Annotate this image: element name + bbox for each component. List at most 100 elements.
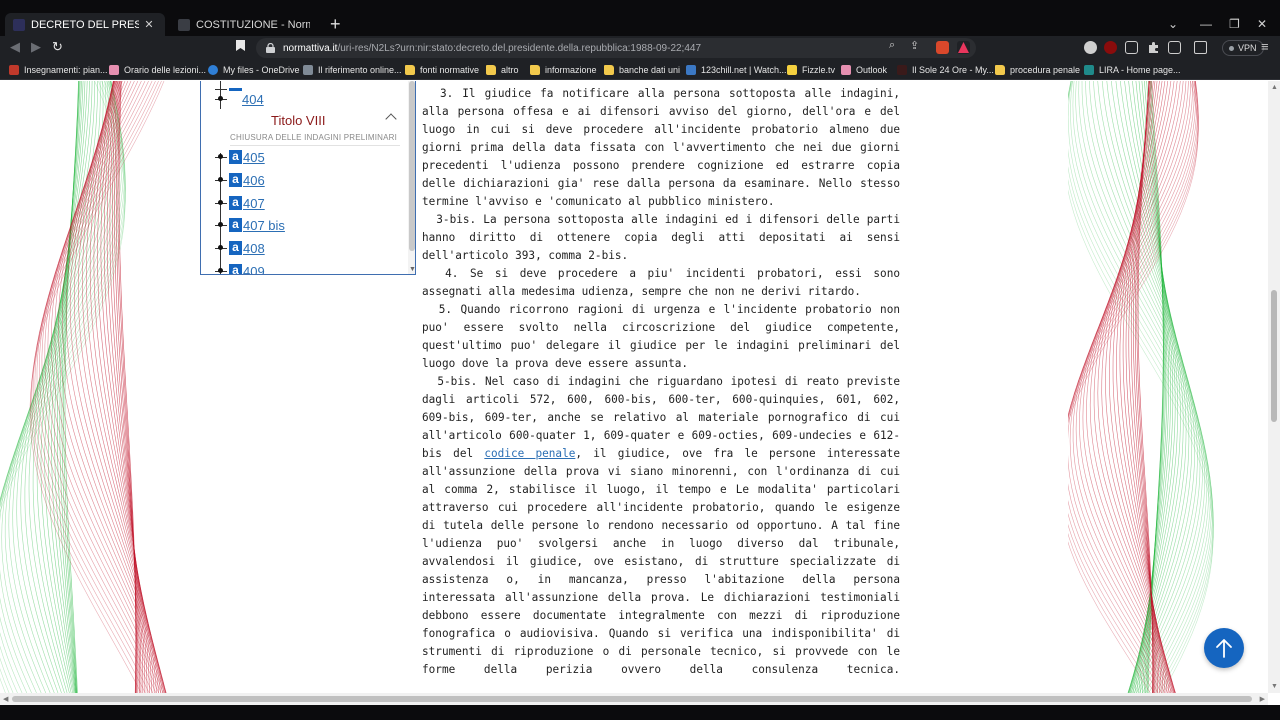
folder-icon xyxy=(604,65,614,75)
brave-rewards-icon[interactable] xyxy=(957,41,970,54)
sidebar-icon[interactable] xyxy=(1168,41,1181,54)
scroll-left-icon[interactable]: ◀ xyxy=(3,695,8,703)
brave-shields-icon[interactable] xyxy=(936,41,949,54)
bookmark-favicon-icon xyxy=(303,65,313,75)
normattiva-favicon-icon xyxy=(13,18,25,31)
article-link[interactable]: 406 xyxy=(243,173,265,188)
bookmark-folder[interactable]: banche dati uni xyxy=(604,63,680,77)
reload-icon[interactable]: ↻ xyxy=(52,39,63,55)
tree-node-405[interactable]: a 405 xyxy=(215,149,265,165)
back-to-top-button[interactable] xyxy=(1204,628,1244,668)
tree-node-406[interactable]: a 406 xyxy=(215,172,265,188)
bookmark-folder[interactable]: procedura penale xyxy=(995,63,1080,77)
bookmark-item[interactable]: Fizzle.tv xyxy=(787,63,835,77)
new-tab-button[interactable]: + xyxy=(330,15,341,33)
tree-node-409[interactable]: a 409 xyxy=(215,263,265,275)
article-link[interactable]: 407 bis xyxy=(243,218,285,233)
tree-node-407[interactable]: a 407 xyxy=(215,195,265,211)
article-text: 3. Il giudice fa notificare alla persona… xyxy=(422,85,900,679)
zoom-icon[interactable]: ⌕ xyxy=(889,39,895,52)
decorative-wave-line xyxy=(1079,81,1189,693)
extension-n-icon[interactable] xyxy=(1125,41,1138,54)
decorative-wave-line xyxy=(97,81,148,693)
bookmark-item[interactable]: Il Sole 24 Ore - My... xyxy=(897,63,994,77)
close-window-icon[interactable]: ✕ xyxy=(1257,17,1267,31)
chevron-up-icon[interactable] xyxy=(385,113,397,125)
bookmark-folder[interactable]: altro xyxy=(486,63,519,77)
article-badge: a xyxy=(229,196,242,210)
tab-decreto[interactable]: DECRETO DEL PRESIDENTE DELLA ✕ xyxy=(5,13,165,36)
vpn-button[interactable]: VPN xyxy=(1222,40,1264,56)
tree-node-404[interactable]: 404 xyxy=(215,91,264,107)
tree-bullet-icon xyxy=(218,268,223,273)
article-badge: a xyxy=(229,218,242,232)
address-bar[interactable]: normattiva.it/uri-res/N2Ls?urn:nir:stato… xyxy=(256,38,976,58)
minimize-icon[interactable]: — xyxy=(1200,17,1212,31)
share-icon[interactable]: ⇪ xyxy=(910,39,919,52)
bookmark-item[interactable]: Orario delle lezioni... xyxy=(109,63,206,77)
wallet-icon[interactable] xyxy=(1194,41,1207,54)
bookmark-item[interactable]: My files - OneDrive xyxy=(208,63,300,77)
section-title[interactable]: Titolo VIII xyxy=(271,113,325,128)
ublock-icon[interactable] xyxy=(1104,41,1117,54)
bookmark-item[interactable]: 123chill.net | Watch... xyxy=(686,63,787,77)
browser-toolbar: ◀ ▶ ↻ normattiva.it/uri-res/N2Ls?urn:nir… xyxy=(0,36,1280,60)
page-content: 404 Titolo VIII CHIUSURA DELLE INDAGINI … xyxy=(0,81,1268,693)
bookmark-favicon-icon xyxy=(109,65,119,75)
scroll-down-icon[interactable]: ▼ xyxy=(409,266,415,273)
article-tree-panel: 404 Titolo VIII CHIUSURA DELLE INDAGINI … xyxy=(200,81,416,275)
article-badge: a xyxy=(229,150,242,164)
bookmark-icon[interactable] xyxy=(236,39,245,54)
section-subtitle: CHIUSURA DELLE INDAGINI PRELIMINARI xyxy=(230,133,398,142)
page-scroll-thumb[interactable] xyxy=(1271,290,1277,422)
tree-scrollbar[interactable]: ▼ xyxy=(408,81,415,274)
page-horizontal-scrollbar[interactable]: ◀ ▶ xyxy=(0,693,1268,705)
article-badge: a xyxy=(229,173,242,187)
article-link[interactable]: 405 xyxy=(243,150,265,165)
decorative-waves-left xyxy=(0,81,167,693)
folder-icon xyxy=(530,65,540,75)
extension-globe-icon[interactable] xyxy=(1084,41,1097,54)
forward-icon[interactable]: ▶ xyxy=(31,39,41,55)
article-badge: a xyxy=(229,241,242,255)
article-link[interactable]: 404 xyxy=(242,92,264,107)
paragraph-comma-5-bis: 5-bis. Nel caso di indagini che riguarda… xyxy=(422,375,900,676)
page-vertical-scrollbar[interactable]: ▲ ▼ xyxy=(1268,81,1280,693)
scroll-right-icon[interactable]: ▶ xyxy=(1260,695,1265,703)
tree-bullet-icon xyxy=(218,200,223,205)
bookmark-item[interactable]: LIRA - Home page... xyxy=(1084,63,1181,77)
url-host: normattiva.it xyxy=(283,42,338,54)
tree-node-407-bis[interactable]: a 407 bis xyxy=(215,217,285,233)
bookmarks-bar: Insegnamenti: pian... Orario delle lezio… xyxy=(0,60,1280,80)
bookmark-item[interactable]: Outlook xyxy=(841,63,887,77)
codice-penale-link[interactable]: codice penale xyxy=(484,447,575,460)
vpn-status-icon xyxy=(1229,45,1234,51)
article-link[interactable]: 407 xyxy=(243,196,265,211)
close-tab-icon[interactable]: ✕ xyxy=(143,18,155,31)
tree-bullet-icon xyxy=(218,177,223,182)
normattiva-favicon-icon xyxy=(178,18,190,31)
menu-icon[interactable]: ≡ xyxy=(1261,39,1269,54)
scroll-up-icon[interactable]: ▲ xyxy=(1271,84,1278,91)
restore-icon[interactable]: ❐ xyxy=(1229,17,1240,31)
article-link[interactable]: 408 xyxy=(243,241,265,256)
tree-node-408[interactable]: a 408 xyxy=(215,240,265,256)
tab-costituzione[interactable]: COSTITUZIONE - Normattiva xyxy=(170,13,320,36)
back-icon[interactable]: ◀ xyxy=(10,39,20,55)
horizontal-scroll-thumb[interactable] xyxy=(12,696,1252,702)
tree-scroll-thumb[interactable] xyxy=(409,81,415,251)
article-badge: a xyxy=(229,264,242,274)
arrow-up-icon xyxy=(1216,639,1232,658)
article-link[interactable]: 409 xyxy=(243,264,265,275)
tab-search-chevron-icon[interactable]: ⌄ xyxy=(1168,17,1178,31)
bookmark-item[interactable]: Il riferimento online... xyxy=(303,63,402,77)
divider xyxy=(230,145,400,146)
url-path: /uri-res/N2Ls?urn:nir:stato:decreto.del.… xyxy=(337,42,702,54)
extensions-puzzle-icon[interactable] xyxy=(1147,41,1160,54)
bookmark-folder[interactable]: fonti normative xyxy=(405,63,479,77)
paragraph-comma-5: 5. Quando ricorrono ragioni di urgenza e… xyxy=(422,303,900,370)
bookmark-folder[interactable]: informazione xyxy=(530,63,597,77)
scroll-down-icon[interactable]: ▼ xyxy=(1271,683,1278,690)
bookmark-favicon-icon xyxy=(787,65,797,75)
bookmark-item[interactable]: Insegnamenti: pian... xyxy=(9,63,108,77)
